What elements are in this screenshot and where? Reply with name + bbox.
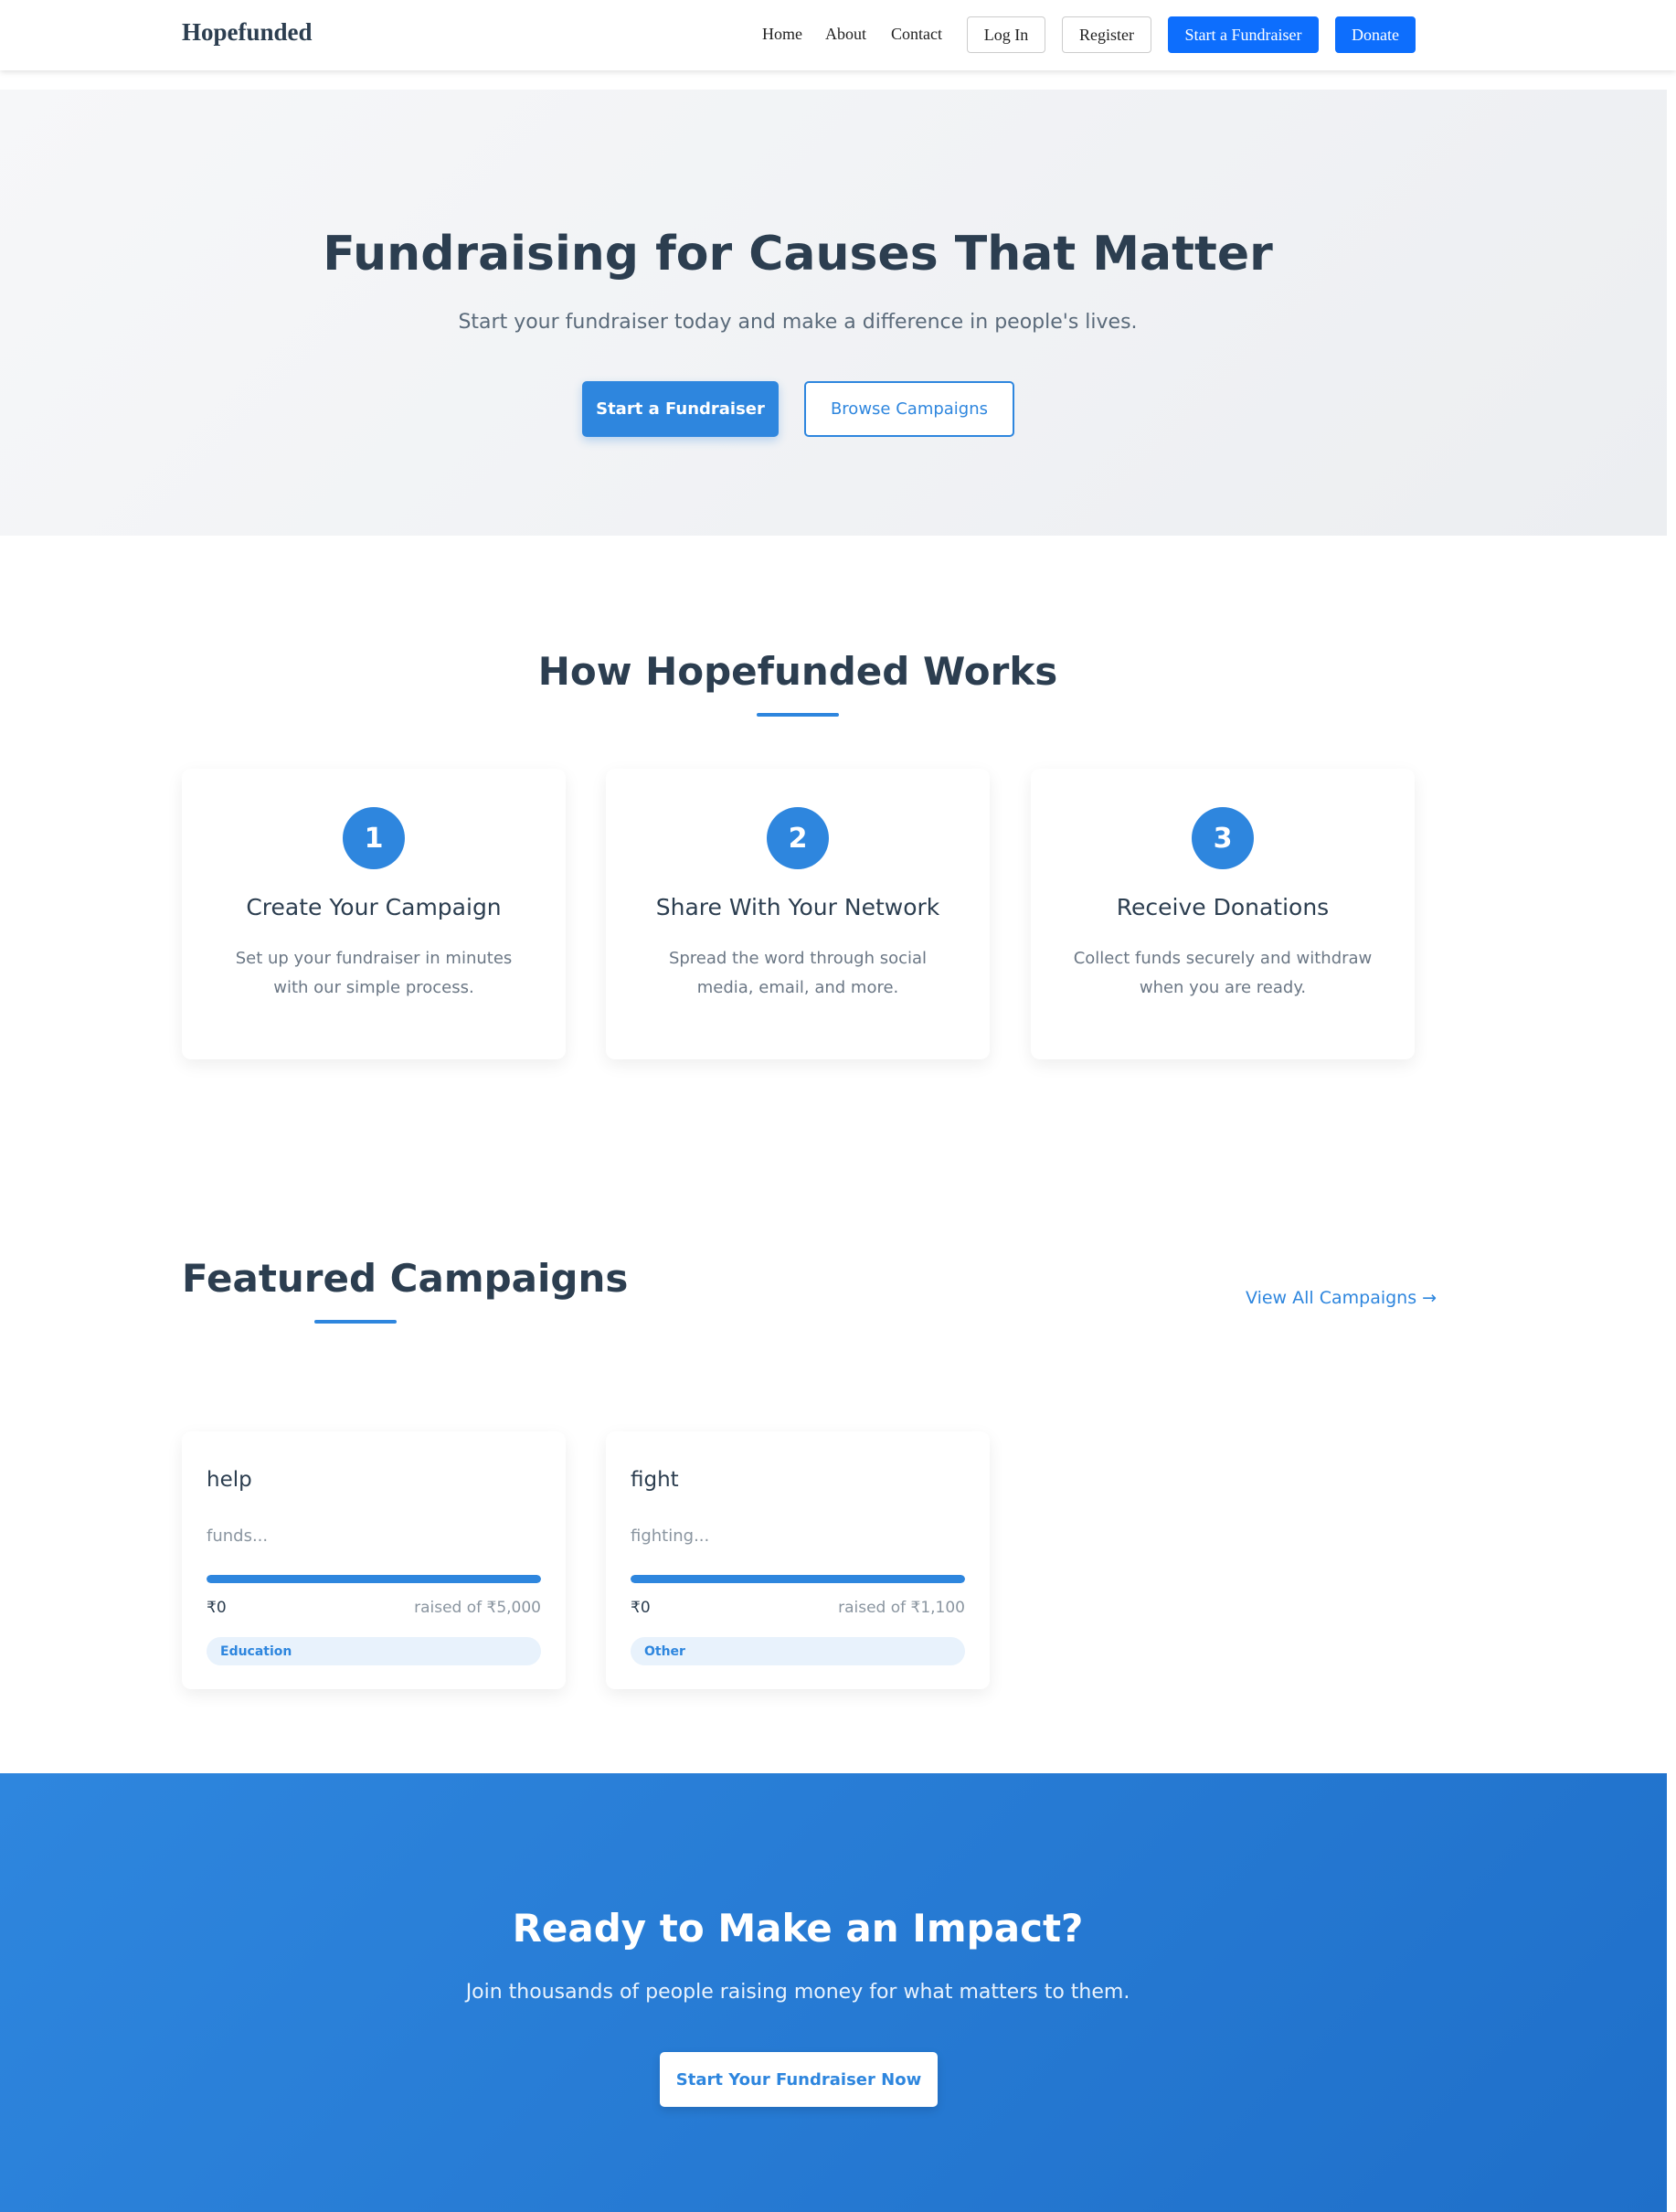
nav-about-link[interactable]: About [825,25,866,44]
hero-title: Fundraising for Causes That Matter [323,227,1273,282]
login-button[interactable]: Log In [967,16,1045,53]
campaign-goal-text: raised of ₹5,000 [414,1599,541,1617]
cta-title: Ready to Make an Impact? [512,1906,1084,1951]
campaign-progress-bar [207,1575,541,1583]
hero-start-fundraiser-button[interactable]: Start a Fundraiser [582,381,779,437]
step-card: 3 Receive Donations Collect funds secure… [1031,769,1415,1059]
campaign-description: fighting... [631,1526,710,1546]
step-card: 2 Share With Your Network Spread the wor… [606,769,990,1059]
campaign-progress-fill [631,1575,965,1583]
step-title: Create Your Campaign [246,894,502,920]
campaign-category-badge: Education [207,1637,541,1665]
nav-contact-link[interactable]: Contact [891,25,942,44]
cta-subtitle: Join thousands of people raising money f… [465,1981,1130,2004]
how-it-works-title: How Hopefunded Works [537,649,1058,694]
nav-home-link[interactable]: Home [762,25,802,44]
step-card: 1 Create Your Campaign Set up your fundr… [182,769,566,1059]
campaign-card[interactable]: help funds... ₹0 raised of ₹5,000 Educat… [182,1431,566,1689]
view-all-campaigns-link[interactable]: View All Campaigns → [1246,1288,1437,1308]
step-title: Share With Your Network [655,894,940,920]
campaign-raised-amount: ₹0 [631,1599,651,1617]
header-start-fundraiser-button[interactable]: Start a Fundraiser [1168,16,1319,53]
step-description: Collect funds securely and withdraw when… [1073,949,1373,997]
campaign-description: funds... [207,1526,269,1546]
register-button[interactable]: Register [1062,16,1151,53]
step-title: Receive Donations [1116,894,1330,920]
campaign-progress-fill [207,1575,541,1583]
step-number-badge: 2 [767,807,829,869]
campaign-title[interactable]: fight [631,1468,679,1492]
campaign-goal-text: raised of ₹1,100 [838,1599,965,1617]
campaign-raised-amount: ₹0 [207,1599,227,1617]
how-title-underline [757,713,839,717]
step-description: Set up your fundraiser in minutes with o… [235,949,513,997]
step-number-badge: 1 [343,807,405,869]
step-description: Spread the word through social media, em… [668,949,928,997]
featured-title-underline [314,1320,397,1324]
browse-campaigns-button[interactable]: Browse Campaigns [804,381,1014,437]
hero-subtitle: Start your fundraiser today and make a d… [458,311,1138,334]
site-header: Hopefunded Home About Contact Log In Reg… [0,0,1676,70]
campaign-title[interactable]: help [207,1468,252,1492]
hero-section: Fundraising for Causes That Matter Start… [0,90,1667,536]
step-number-badge: 3 [1192,807,1254,869]
campaign-category-badge: Other [631,1637,965,1665]
donate-button[interactable]: Donate [1335,16,1416,53]
start-your-fundraiser-button[interactable]: Start Your Fundraiser Now [660,2052,938,2107]
brand-logo[interactable]: Hopefunded [182,18,313,47]
cta-section: Ready to Make an Impact? Join thousands … [0,1773,1667,2212]
campaign-progress-bar [631,1575,965,1583]
featured-campaigns-title: Featured Campaigns [182,1256,629,1301]
campaign-card[interactable]: fight fighting... ₹0 raised of ₹1,100 Ot… [606,1431,990,1689]
